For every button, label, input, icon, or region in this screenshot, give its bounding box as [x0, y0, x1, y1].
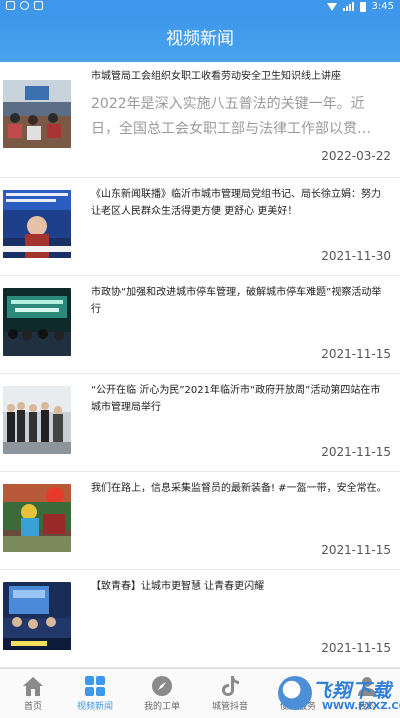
grid-icon — [85, 676, 105, 696]
news-thumbnail — [3, 484, 71, 552]
news-item[interactable]: 我们在路上，信息采集监督员的最新装备! #一盔一带，安全常在。 2021-11-… — [0, 472, 400, 570]
wifi-icon — [326, 2, 337, 11]
tiktok-icon — [222, 676, 239, 696]
tab-my-orders[interactable]: 我的工单 — [129, 669, 195, 718]
news-date: 2021-11-15 — [321, 641, 391, 655]
tab-label: 城管抖音 — [211, 702, 248, 712]
news-thumbnail — [3, 80, 71, 148]
news-title: “公开在临 沂心为民”2021年临沂市“政府开放周”活动第四站在市城市管理局举行 — [91, 385, 381, 413]
news-thumbnail — [3, 582, 71, 650]
news-item[interactable]: 【致青春】让城市更智慧 让青春更闪耀 2021-11-15 — [0, 570, 400, 668]
watermark: 飞翔下载 WWW.FXXZ.COM — [278, 676, 400, 716]
news-title: 市城管局工会组织女职工收看劳动安全卫生知识线上讲座 — [91, 71, 341, 82]
news-item[interactable]: 市政协“加强和改进城市停车管理，破解城市停车难题”视察活动举行 2021-11-… — [0, 276, 400, 374]
news-date: 2021-11-15 — [321, 445, 391, 459]
news-summary: 2022年是深入实施八五普法的关键一年。近日，全国总工会女职工部与法律工作部以贯… — [91, 96, 371, 137]
news-list: 市城管局工会组织女职工收看劳动安全卫生知识线上讲座 2022年是深入实施八五普法… — [0, 62, 400, 668]
notification-icon-3 — [34, 1, 43, 10]
tab-video-news[interactable]: 视频新闻 — [62, 669, 128, 718]
tab-label: 视频新闻 — [76, 702, 113, 712]
news-title: 【致青春】让城市更智慧 让青春更闪耀 — [91, 581, 265, 592]
news-thumbnail — [3, 288, 71, 356]
home-icon — [23, 677, 43, 696]
news-date: 2022-03-22 — [321, 149, 391, 163]
tab-label: 首页 — [23, 702, 42, 712]
news-thumbnail — [3, 190, 71, 258]
battery-icon — [359, 1, 366, 12]
status-bar: 3:45 — [0, 0, 400, 16]
tab-douyin[interactable]: 城管抖音 — [197, 669, 263, 718]
signal-icon — [342, 2, 354, 11]
news-item[interactable]: “公开在临 沂心为民”2021年临沂市“政府开放周”活动第四站在市城市管理局举行… — [0, 374, 400, 472]
tab-home[interactable]: 首页 — [0, 669, 66, 718]
news-item[interactable]: 《山东新闻联播》临沂市城市管理局党组书记、局长徐立娟：努力让老区人民群众生活得更… — [0, 178, 400, 276]
notification-icon — [6, 1, 15, 10]
news-date: 2021-11-30 — [321, 249, 391, 263]
watermark-url: WWW.FXXZ.COM — [322, 701, 400, 712]
page-title: 视频新闻 — [0, 16, 400, 62]
news-title: 《山东新闻联播》临沂市城市管理局党组书记、局长徐立娟：努力让老区人民群众生活得更… — [91, 189, 381, 217]
news-thumbnail — [3, 386, 71, 454]
news-date: 2021-11-15 — [321, 543, 391, 557]
news-title: 我们在路上，信息采集监督员的最新装备! #一盔一带，安全常在。 — [91, 483, 387, 494]
watermark-brand: 飞翔下载 — [312, 680, 393, 702]
news-date: 2021-11-15 — [321, 347, 391, 361]
news-item[interactable]: 市城管局工会组织女职工收看劳动安全卫生知识线上讲座 2022年是深入实施八五普法… — [0, 62, 400, 178]
tab-label: 我的工单 — [143, 702, 180, 712]
watermark-logo-icon — [278, 676, 312, 710]
compass-icon — [152, 676, 172, 696]
notification-icon-2 — [20, 1, 29, 10]
news-title: 市政协“加强和改进城市停车管理，破解城市停车难题”视察活动举行 — [91, 287, 382, 315]
status-time: 3:45 — [371, 1, 394, 12]
